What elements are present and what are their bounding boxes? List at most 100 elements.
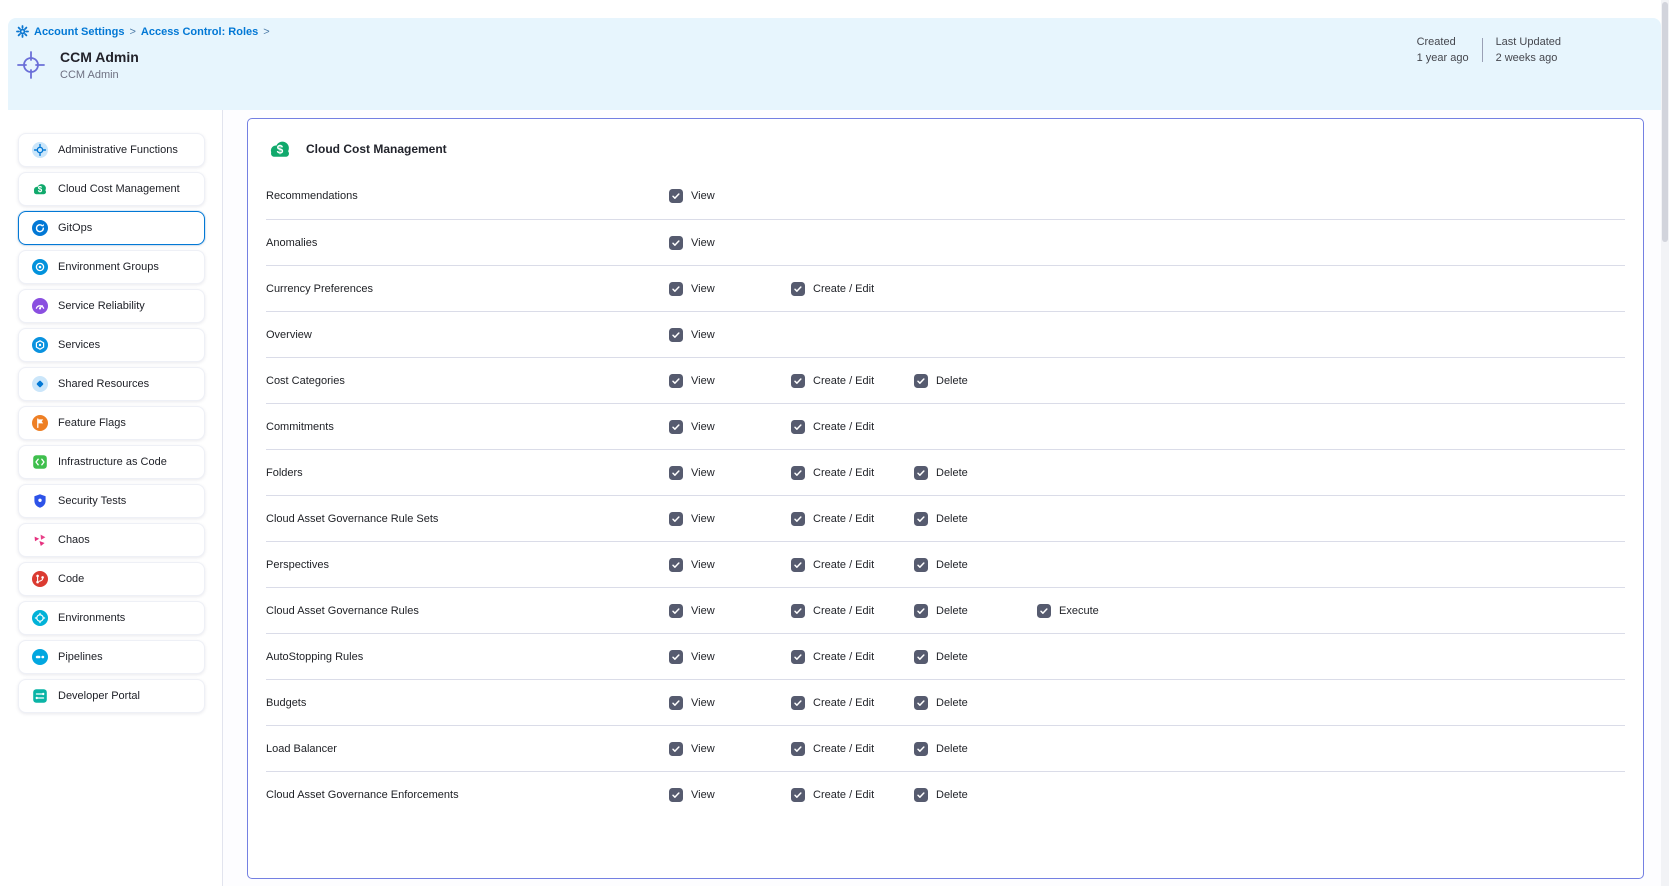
breadcrumb-account-settings[interactable]: Account Settings bbox=[34, 26, 124, 38]
permission-cell-view: View bbox=[669, 328, 791, 342]
delete-checkbox[interactable] bbox=[914, 788, 928, 802]
permission-cell-view: View bbox=[669, 650, 791, 664]
checkbox-label: View bbox=[691, 789, 715, 801]
checkbox-label: View bbox=[691, 605, 715, 617]
sidebar-item-label: Administrative Functions bbox=[58, 144, 178, 156]
view-checkbox[interactable] bbox=[669, 236, 683, 250]
delete-checkbox[interactable] bbox=[914, 604, 928, 618]
view-checkbox[interactable] bbox=[669, 282, 683, 296]
checkbox-label: View bbox=[691, 513, 715, 525]
create-edit-checkbox[interactable] bbox=[791, 558, 805, 572]
breadcrumb-access-control-roles[interactable]: Access Control: Roles bbox=[141, 26, 258, 38]
sidebar-item-administrative-functions[interactable]: Administrative Functions bbox=[18, 133, 205, 167]
view-checkbox[interactable] bbox=[669, 512, 683, 526]
create-edit-checkbox[interactable] bbox=[791, 374, 805, 388]
services-icon bbox=[32, 337, 48, 353]
resource-label: Budgets bbox=[266, 697, 669, 709]
sidebar-item-gitops[interactable]: GitOps bbox=[18, 211, 205, 245]
permission-cell-create-edit: Create / Edit bbox=[791, 604, 914, 618]
view-checkbox[interactable] bbox=[669, 328, 683, 342]
checkbox-label: Create / Edit bbox=[813, 421, 874, 433]
permission-cell-view: View bbox=[669, 742, 791, 756]
resource-label: Recommendations bbox=[266, 190, 669, 202]
create-edit-checkbox[interactable] bbox=[791, 420, 805, 434]
permission-cell-view: View bbox=[669, 420, 791, 434]
permission-row-cloud-asset-governance-rule-sets: Cloud Asset Governance Rule Sets View Cr… bbox=[266, 495, 1625, 541]
create-edit-checkbox[interactable] bbox=[791, 282, 805, 296]
delete-checkbox[interactable] bbox=[914, 512, 928, 526]
permission-row-commitments: Commitments View Create / Edit bbox=[266, 403, 1625, 449]
view-checkbox[interactable] bbox=[669, 374, 683, 388]
create-edit-checkbox[interactable] bbox=[791, 466, 805, 480]
create-edit-checkbox[interactable] bbox=[791, 650, 805, 664]
view-checkbox[interactable] bbox=[669, 788, 683, 802]
permission-row-budgets: Budgets View Create / Edit Delete bbox=[266, 679, 1625, 725]
module-sidebar: Administrative Functions $ Cloud Cost Ma… bbox=[8, 110, 223, 886]
permission-cell-create-edit: Create / Edit bbox=[791, 788, 914, 802]
developer-portal-icon bbox=[32, 688, 48, 704]
create-edit-checkbox[interactable] bbox=[791, 742, 805, 756]
create-edit-checkbox[interactable] bbox=[791, 512, 805, 526]
view-checkbox[interactable] bbox=[669, 604, 683, 618]
sidebar-item-code[interactable]: Code bbox=[18, 562, 205, 596]
page: Account Settings > Access Control: Roles… bbox=[0, 0, 1669, 886]
sidebar-item-label: Feature Flags bbox=[58, 417, 126, 429]
created-block: Created 1 year ago bbox=[1417, 36, 1469, 64]
page-scrollbar[interactable] bbox=[1661, 0, 1669, 886]
permission-cell-view: View bbox=[669, 236, 791, 250]
permission-cell-create-edit: Create / Edit bbox=[791, 512, 914, 526]
checkbox-label: Delete bbox=[936, 513, 968, 525]
view-checkbox[interactable] bbox=[669, 742, 683, 756]
checkbox-label: View bbox=[691, 190, 715, 202]
sidebar-item-environment-groups[interactable]: Environment Groups bbox=[18, 250, 205, 284]
permission-row-perspectives: Perspectives View Create / Edit Delete bbox=[266, 541, 1625, 587]
delete-checkbox[interactable] bbox=[914, 374, 928, 388]
checkbox-label: Create / Edit bbox=[813, 789, 874, 801]
delete-checkbox[interactable] bbox=[914, 558, 928, 572]
view-checkbox[interactable] bbox=[669, 558, 683, 572]
permission-cell-create-edit: Create / Edit bbox=[791, 374, 914, 388]
resource-label: Perspectives bbox=[266, 559, 669, 571]
resource-label: Cloud Asset Governance Enforcements bbox=[266, 789, 669, 801]
sidebar-item-service-reliability[interactable]: Service Reliability bbox=[18, 289, 205, 323]
sidebar-item-label: Environments bbox=[58, 612, 125, 624]
checkbox-label: Delete bbox=[936, 375, 968, 387]
sidebar-item-label: Pipelines bbox=[58, 651, 103, 663]
sidebar-item-pipelines[interactable]: Pipelines bbox=[18, 640, 205, 674]
view-checkbox[interactable] bbox=[669, 696, 683, 710]
checkbox-label: View bbox=[691, 375, 715, 387]
sidebar-item-cloud-cost-management[interactable]: $ Cloud Cost Management bbox=[18, 172, 205, 206]
view-checkbox[interactable] bbox=[669, 466, 683, 480]
permission-cell-create-edit: Create / Edit bbox=[791, 558, 914, 572]
create-edit-checkbox[interactable] bbox=[791, 788, 805, 802]
permission-row-anomalies: Anomalies View bbox=[266, 219, 1625, 265]
create-edit-checkbox[interactable] bbox=[791, 696, 805, 710]
feature-flags-icon bbox=[32, 415, 48, 431]
checkbox-label: View bbox=[691, 283, 715, 295]
delete-checkbox[interactable] bbox=[914, 650, 928, 664]
execute-checkbox[interactable] bbox=[1037, 604, 1051, 618]
sidebar-item-chaos[interactable]: Chaos bbox=[18, 523, 205, 557]
sidebar-item-developer-portal[interactable]: Developer Portal bbox=[18, 679, 205, 713]
view-checkbox[interactable] bbox=[669, 650, 683, 664]
content-area: Administrative Functions $ Cloud Cost Ma… bbox=[8, 110, 1661, 886]
sidebar-item-services[interactable]: Services bbox=[18, 328, 205, 362]
delete-checkbox[interactable] bbox=[914, 696, 928, 710]
resource-label: Cloud Asset Governance Rules bbox=[266, 605, 669, 617]
permission-row-recommendations: Recommendations View bbox=[266, 173, 1625, 219]
create-edit-checkbox[interactable] bbox=[791, 604, 805, 618]
sidebar-item-infrastructure-as-code[interactable]: Infrastructure as Code bbox=[18, 445, 205, 479]
checkbox-label: View bbox=[691, 651, 715, 663]
scrollbar-thumb[interactable] bbox=[1662, 2, 1668, 242]
view-checkbox[interactable] bbox=[669, 189, 683, 203]
security-tests-icon bbox=[32, 493, 48, 509]
settings-gear-icon bbox=[16, 25, 29, 38]
sidebar-item-environments[interactable]: Environments bbox=[18, 601, 205, 635]
view-checkbox[interactable] bbox=[669, 420, 683, 434]
sidebar-item-security-tests[interactable]: Security Tests bbox=[18, 484, 205, 518]
sidebar-item-feature-flags[interactable]: Feature Flags bbox=[18, 406, 205, 440]
sidebar-item-label: Chaos bbox=[58, 534, 90, 546]
delete-checkbox[interactable] bbox=[914, 466, 928, 480]
delete-checkbox[interactable] bbox=[914, 742, 928, 756]
sidebar-item-shared-resources[interactable]: Shared Resources bbox=[18, 367, 205, 401]
